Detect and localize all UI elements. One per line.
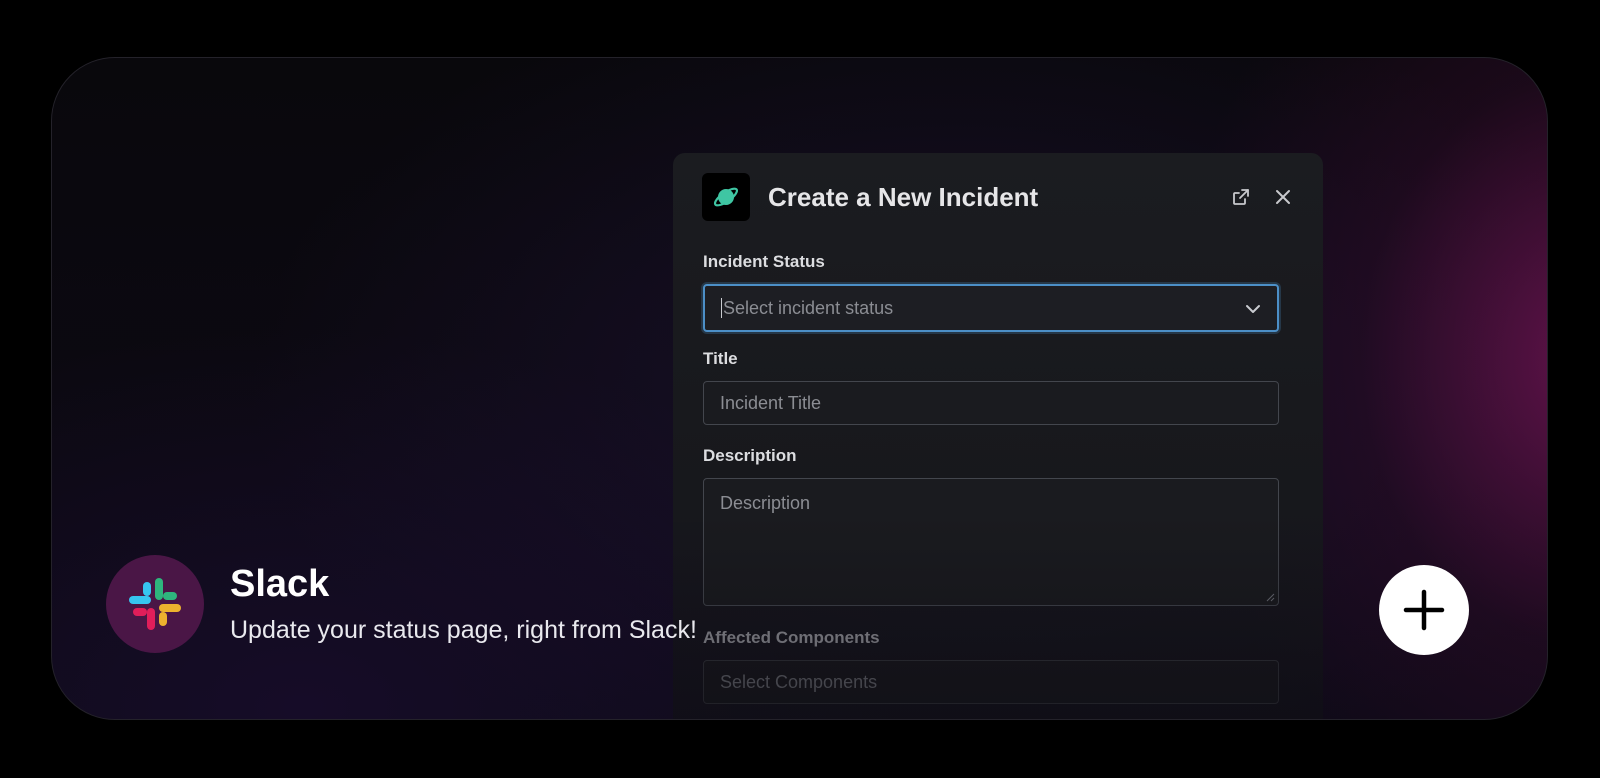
description-label: Description <box>703 446 797 465</box>
close-icon[interactable] <box>1267 181 1299 213</box>
incident-status-select[interactable]: Select incident status <box>703 284 1279 332</box>
title-placeholder: Incident Title <box>720 392 822 413</box>
slack-logo <box>106 555 204 653</box>
modal-header: Create a New Incident <box>702 173 1299 221</box>
create-incident-modal: Create a New Incident Incident Status Se… <box>673 153 1323 719</box>
description-placeholder: Description <box>720 493 811 513</box>
chevron-down-icon <box>1245 298 1261 319</box>
title-input[interactable]: Incident Title <box>703 381 1279 425</box>
integration-card: Create a New Incident Incident Status Se… <box>51 57 1548 720</box>
components-placeholder: Select Components <box>720 671 878 692</box>
planet-icon <box>702 173 750 221</box>
incident-status-placeholder: Select incident status <box>723 297 894 318</box>
modal-title: Create a New Incident <box>768 181 1039 212</box>
incident-status-label: Incident Status <box>703 252 825 271</box>
resize-handle-icon[interactable] <box>1266 593 1275 602</box>
affected-components-label: Affected Components <box>703 628 880 647</box>
integration-name: Slack <box>230 563 330 605</box>
components-select[interactable]: Select Components <box>703 660 1279 704</box>
plus-icon <box>1403 589 1445 631</box>
add-integration-button[interactable] <box>1379 565 1469 655</box>
title-label: Title <box>703 349 738 368</box>
text-cursor <box>721 298 722 318</box>
integration-tagline: Update your status page, right from Slac… <box>230 616 697 644</box>
external-link-icon[interactable] <box>1225 181 1257 213</box>
description-textarea[interactable]: Description <box>703 478 1279 606</box>
